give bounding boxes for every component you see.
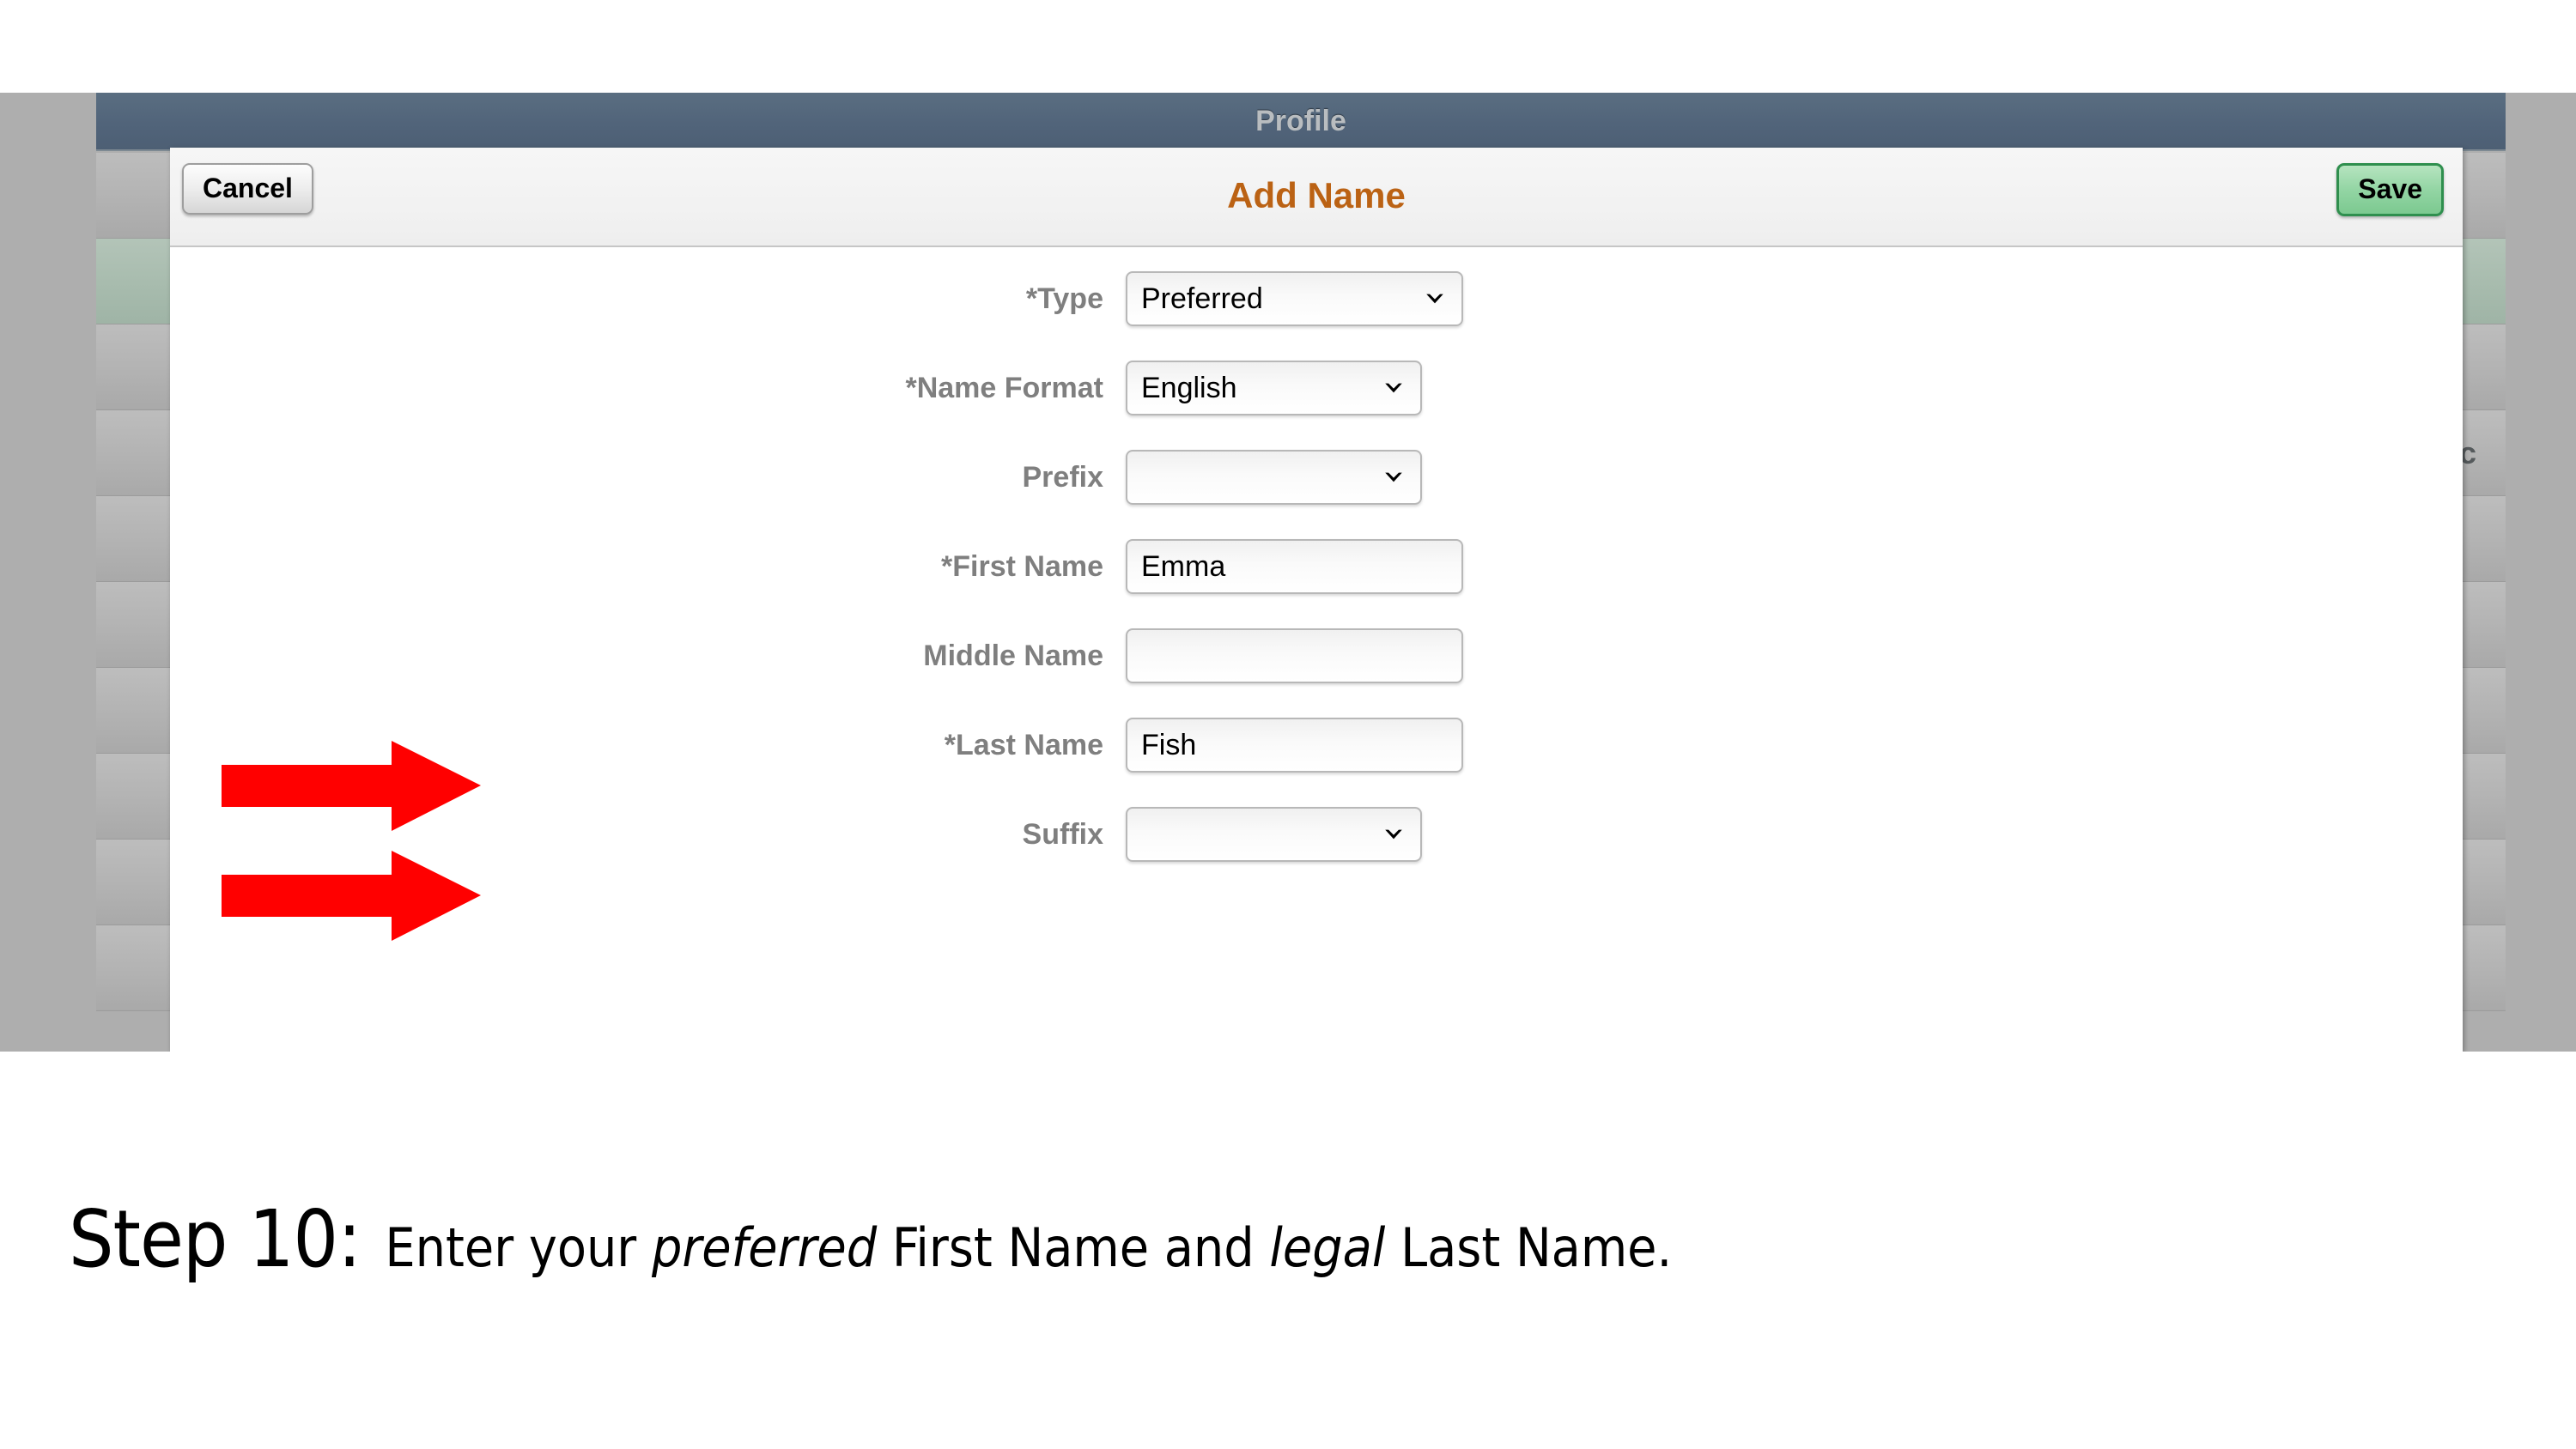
app-header-title: Profile	[1255, 105, 1346, 137]
save-button[interactable]: Save	[2336, 163, 2444, 216]
annotation-arrow-last-name	[222, 851, 481, 941]
form-row: *Name Format English	[170, 361, 2463, 415]
chevron-down-icon	[1385, 829, 1402, 840]
form-row: *Last Name Fish	[170, 718, 2463, 773]
right-arrow-icon	[222, 741, 481, 831]
caption-instruction-text: Enter your preferred First Name and lega…	[385, 1216, 1673, 1279]
chevron-down-icon	[1426, 294, 1443, 304]
suffix-select[interactable]	[1126, 807, 1422, 862]
form-row: *First Name Emma	[170, 539, 2463, 594]
modal-title: Add Name	[1227, 175, 1406, 215]
last-name-input[interactable]: Fish	[1126, 718, 1463, 773]
name-format-select[interactable]: English	[1126, 361, 1422, 415]
modal-header: Cancel Add Name Save	[170, 148, 2463, 247]
form-row: Prefix	[170, 450, 2463, 505]
form-row: Middle Name	[170, 628, 2463, 683]
field-value: Preferred	[1141, 282, 1263, 315]
field-label: *Name Format	[905, 371, 1103, 404]
field-value: Fish	[1141, 729, 1197, 761]
field-label: *First Name	[941, 549, 1103, 583]
caption-step-label: Step 10:	[69, 1193, 361, 1285]
annotation-arrow-first-name	[222, 741, 481, 831]
app-screenshot-region: Profile ic Cancel Add Name Save *Type Pre…	[0, 93, 2576, 1052]
form-row: Suffix	[170, 807, 2463, 862]
right-arrow-icon	[222, 851, 481, 941]
middle-name-input[interactable]	[1126, 628, 1463, 683]
app-header-bar: Profile	[96, 93, 2506, 151]
form-row: *Type Preferred	[170, 271, 2463, 326]
type-select[interactable]: Preferred	[1126, 271, 1463, 326]
prefix-select[interactable]	[1126, 450, 1422, 505]
chevron-down-icon	[1385, 472, 1402, 482]
slide-caption: Step 10: Enter your preferred First Name…	[0, 1193, 2576, 1285]
first-name-input[interactable]: Emma	[1126, 539, 1463, 594]
field-value: English	[1141, 372, 1237, 404]
field-label: Middle Name	[923, 639, 1103, 672]
field-label: *Type	[1025, 282, 1103, 315]
field-label: Prefix	[1022, 460, 1104, 494]
add-name-modal: Cancel Add Name Save *Type Preferred *Name…	[170, 148, 2463, 1052]
field-value: Emma	[1141, 550, 1226, 583]
add-name-form: *Type Preferred *Name Format English Prefix *…	[170, 247, 2463, 862]
chevron-down-icon	[1385, 383, 1402, 393]
